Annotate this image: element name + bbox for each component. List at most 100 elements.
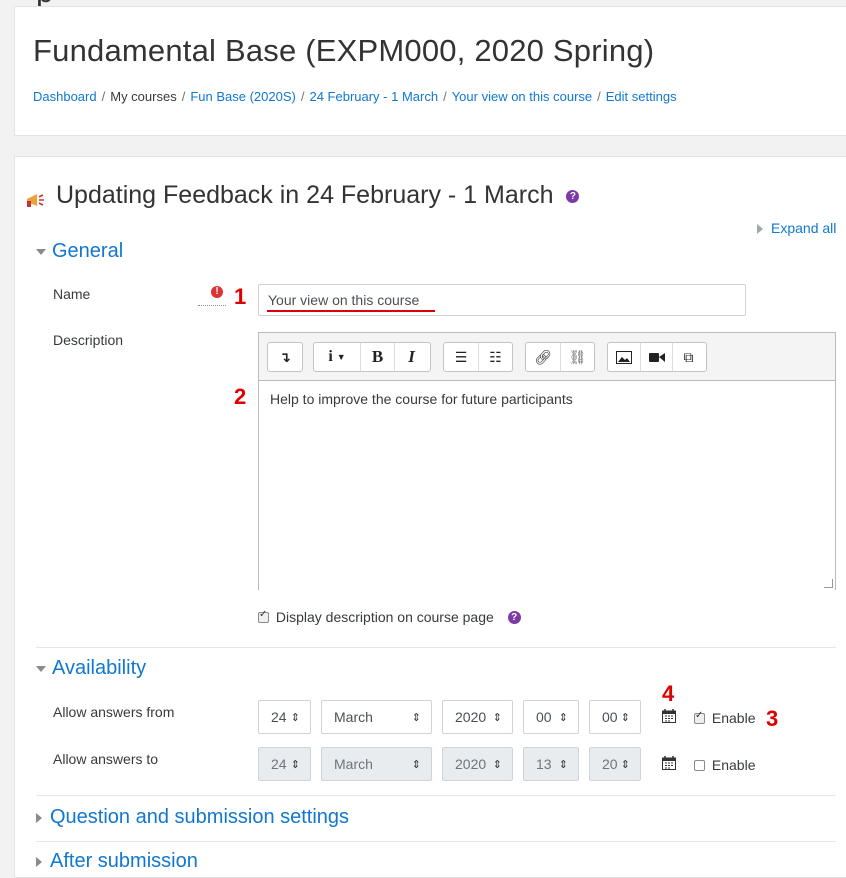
section-question-submission-title: Question and submission settings — [50, 806, 350, 828]
breadcrumb-separator: / — [300, 89, 305, 104]
name-label: Name — [53, 286, 91, 302]
to-enable-label: Enable — [711, 757, 756, 774]
to-minute-value: 20 — [602, 756, 618, 772]
divider — [36, 841, 836, 842]
to-minute-select[interactable]: 20 ⇕ — [589, 747, 641, 781]
chevron-right-icon — [36, 812, 42, 823]
feedback-megaphone-icon — [24, 190, 48, 215]
chevron-down-icon — [36, 248, 46, 255]
breadcrumb-week[interactable]: 24 February - 1 March — [309, 89, 438, 104]
course-title: Fundamental Base (EXPM000, 2020 Spring) — [33, 33, 655, 68]
expand-all-link[interactable]: Expand all — [757, 220, 836, 236]
copy-icon[interactable]: ⧉ — [672, 343, 704, 371]
to-month-value: March — [334, 756, 373, 772]
select-arrow-icon: ⇕ — [411, 758, 421, 771]
breadcrumb-separator: / — [597, 89, 601, 104]
select-arrow-icon: ⇕ — [492, 711, 502, 724]
unlink-icon[interactable]: ⛓︎ — [560, 343, 594, 371]
from-day-value: 24 — [271, 709, 287, 725]
select-arrow-icon: ⇕ — [411, 711, 421, 724]
display-description-row: Display description on course page ? — [258, 608, 521, 625]
section-after-submission[interactable]: After submission — [36, 850, 198, 873]
image-icon[interactable] — [608, 343, 640, 371]
select-arrow-icon: ⇕ — [290, 758, 300, 771]
help-icon[interactable]: ? — [566, 189, 580, 203]
section-general[interactable]: General — [36, 240, 123, 263]
from-year-value: 2020 — [455, 709, 487, 725]
info-dropdown-icon[interactable]: i ▼ — [314, 343, 360, 371]
from-year-select[interactable]: 2020 ⇕ — [442, 700, 513, 734]
section-after-submission-title: After submission — [50, 850, 198, 872]
from-month-value: March — [334, 709, 373, 725]
breadcrumb-dashboard[interactable]: Dashboard — [33, 89, 97, 104]
from-hour-select[interactable]: 00 ⇕ — [523, 700, 579, 734]
spellcheck-underline — [267, 310, 435, 312]
divider — [36, 647, 836, 648]
toolbar-toggle-icon[interactable]: ↴ — [268, 343, 302, 371]
breadcrumb-separator: / — [101, 89, 106, 104]
section-availability[interactable]: Availability — [36, 657, 146, 680]
video-icon[interactable] — [640, 343, 672, 371]
required-icon: ! — [211, 286, 223, 298]
required-underline — [198, 305, 226, 306]
to-year-select[interactable]: 2020 ⇕ — [442, 747, 513, 781]
breadcrumb: Dashboard / My courses / Fun Base (2020S) / 24… — [33, 89, 677, 104]
annotation-4: 4 — [662, 681, 675, 706]
allow-from-label: Allow answers from — [53, 704, 175, 720]
from-enable-row: Enable — [694, 709, 755, 726]
annotation-3: 3 — [766, 706, 779, 731]
breadcrumb-my-courses[interactable]: My courses — [110, 89, 176, 104]
editor: ↴ i ▼ B I ☰ ☷ 🔗︎ ⛓︎ ⧉ Help to improve th… — [258, 332, 836, 590]
to-month-select[interactable]: March ⇕ — [321, 747, 432, 781]
link-icon[interactable]: 🔗︎ — [526, 343, 560, 371]
expand-all-label: Expand all — [771, 220, 837, 236]
calendar-icon[interactable] — [662, 709, 676, 728]
italic-icon[interactable]: I — [394, 343, 428, 371]
name-input[interactable]: Your view on this course — [258, 284, 746, 316]
section-question-submission[interactable]: Question and submission settings — [36, 806, 349, 829]
breadcrumb-activity[interactable]: Your view on this course — [452, 89, 592, 104]
from-minute-select[interactable]: 00 ⇕ — [589, 700, 641, 734]
select-arrow-icon: ⇕ — [558, 758, 568, 771]
to-day-value: 24 — [271, 756, 287, 772]
to-enable-checkbox[interactable] — [694, 759, 705, 771]
page-heading-text: Updating Feedback in 24 February - 1 Mar… — [56, 181, 554, 209]
breadcrumb-separator: / — [443, 89, 447, 104]
select-arrow-icon: ⇕ — [492, 758, 502, 771]
to-year-value: 2020 — [455, 756, 487, 772]
annotation-1: 1 — [234, 284, 247, 309]
page-heading: Updating Feedback in 24 February - 1 Mar… — [56, 181, 580, 210]
breadcrumb-edit-settings[interactable]: Edit settings — [606, 89, 677, 104]
calendar-icon[interactable] — [662, 756, 676, 775]
editor-toolbar: ↴ i ▼ B I ☰ ☷ 🔗︎ ⛓︎ ⧉ — [267, 342, 827, 372]
section-general-title: General — [52, 240, 124, 262]
chevron-right-icon — [757, 224, 763, 235]
select-arrow-icon: ⇕ — [558, 711, 568, 724]
editor-content[interactable]: Help to improve the course for future pa… — [259, 380, 835, 590]
to-enable-row: Enable — [694, 756, 755, 773]
bold-icon[interactable]: B — [360, 343, 394, 371]
from-day-select[interactable]: 24 ⇕ — [258, 700, 311, 734]
from-minute-value: 00 — [602, 709, 618, 725]
numbered-list-icon[interactable]: ☷ — [478, 343, 512, 371]
annotation-2: 2 — [234, 384, 247, 409]
display-description-label: Display description on course page — [275, 609, 494, 626]
help-icon[interactable]: ? — [507, 610, 521, 624]
resize-handle[interactable] — [824, 579, 833, 588]
to-hour-value: 13 — [536, 756, 552, 772]
section-availability-title: Availability — [52, 657, 147, 679]
from-enable-checkbox[interactable] — [694, 710, 705, 724]
from-month-select[interactable]: March ⇕ — [321, 700, 432, 734]
breadcrumb-course[interactable]: Fun Base (2020S) — [190, 89, 296, 104]
description-label: Description — [53, 332, 124, 348]
to-hour-select[interactable]: 13 ⇕ — [523, 747, 579, 781]
chevron-right-icon — [36, 856, 42, 867]
select-arrow-icon: ⇕ — [290, 711, 300, 724]
breadcrumb-separator: / — [181, 89, 186, 104]
to-day-select[interactable]: 24 ⇕ — [258, 747, 311, 781]
display-description-checkbox[interactable] — [258, 609, 269, 623]
divider — [36, 795, 836, 796]
chevron-down-icon — [36, 665, 46, 672]
bullet-list-icon[interactable]: ☰ — [444, 343, 478, 371]
from-enable-label: Enable — [711, 710, 756, 727]
